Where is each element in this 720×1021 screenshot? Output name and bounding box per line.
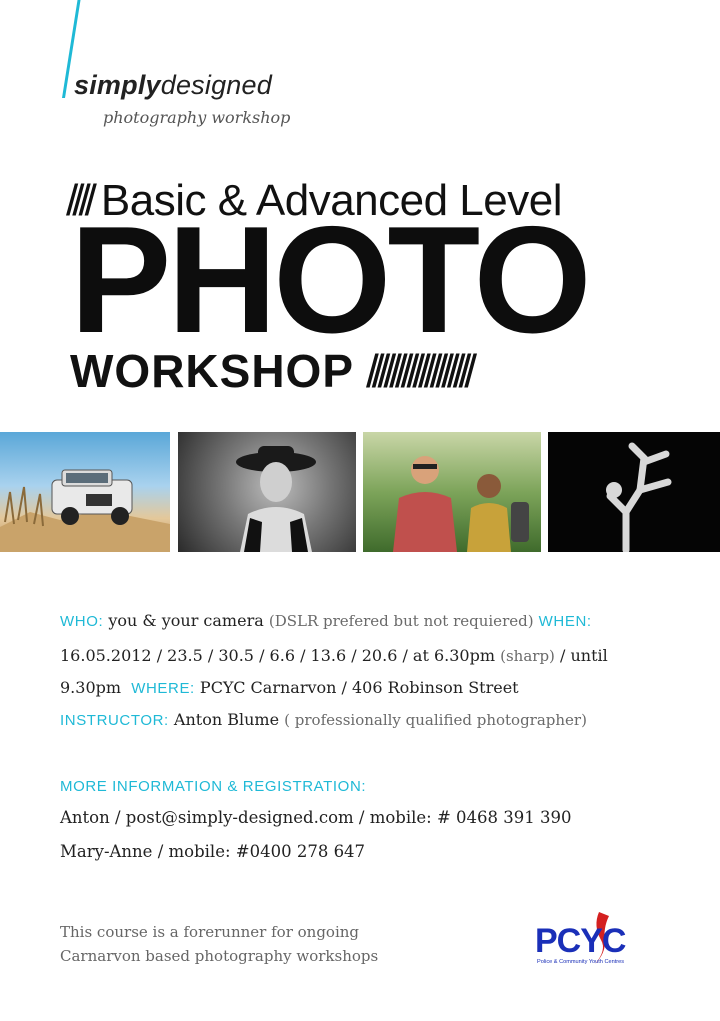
pcyc-logo-text: PCYC [535,922,626,960]
instructor-value: Anton Blume [173,710,280,729]
when-value: 16.05.2012 / 23.5 / 30.5 / 6.6 / 13.6 / … [60,646,496,665]
when-until: / until [560,646,608,665]
when-line: 16.05.2012 / 23.5 / 30.5 / 6.6 / 13.6 / … [60,646,608,665]
end-time: 9.30pm [60,678,122,697]
woman-in-hat-portrait-photo [178,432,356,552]
when-note: (sharp) [500,647,555,665]
brand-tagline: photography workshop [103,108,291,127]
footer-line-2: Carnarvon based photography workshops [60,947,379,965]
instructor-label: INSTRUCTOR: [60,712,169,729]
breakdancer-photo [548,432,720,552]
where-label: WHERE: [131,680,195,697]
registration-heading: MORE INFORMATION & REGISTRATION: [60,776,366,795]
headline-sub-word: WORKSHOP [70,345,354,397]
who-note: (DSLR prefered but not requiered) [268,612,534,630]
off-road-vehicle-photo [0,432,170,552]
contact-mary-anne: Mary-Anne / mobile: #0400 278 647 [60,842,366,861]
footer-note: This course is a forerunner for ongoing … [60,920,378,968]
contact-anton: Anton / post@simply-designed.com / mobil… [60,808,572,827]
who-value: you & your camera [108,611,264,630]
headline-main-word: PHOTO [70,195,592,365]
headline-sub-row: WORKSHOP////////////////// [70,344,477,398]
hikers-with-backpacks-photo [363,432,541,552]
footer-line-1: This course is a forerunner for ongoing [60,923,360,941]
photo-strip [0,432,720,552]
when-label: WHEN: [538,613,592,630]
where-value: PCYC Carnarvon / 406 Robinson Street [199,678,519,697]
where-line: 9.30pm WHERE: PCYC Carnarvon / 406 Robin… [60,678,519,697]
registration-label: MORE INFORMATION & REGISTRATION: [60,778,367,795]
pcyc-logo: PCYC Police & Community Youth Centres [533,906,657,980]
pcyc-logo-subtitle: Police & Community Youth Centres [537,959,624,965]
brand-name: simplydesigned [74,70,272,101]
brand-name-bold: simply [74,70,161,100]
instructor-note: ( professionally qualified photographer) [284,711,587,729]
brand-name-rest: designed [160,70,272,100]
who-label: WHO: [60,613,104,630]
instructor-line: INSTRUCTOR: Anton Blume ( professionally… [60,710,587,729]
who-when-line: WHO: you & your camera (DSLR prefered bu… [60,611,592,630]
headline-trailing-slashes: ////////////////// [366,345,477,397]
